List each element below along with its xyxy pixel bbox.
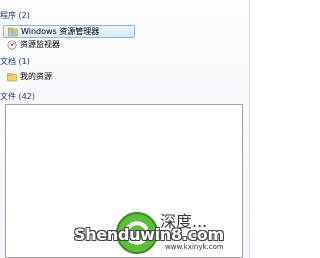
- resource-monitor-result[interactable]: 资源监视器: [3, 38, 60, 51]
- watermark-chinese: 深度...: [160, 212, 208, 231]
- folder-icon: [7, 72, 17, 81]
- documents-group-header[interactable]: 文档 (1): [0, 55, 30, 67]
- windows-explorer-label: Windows 资源管理器: [21, 27, 100, 36]
- files-group-title: 文件 (42): [0, 91, 35, 101]
- programs-group-header[interactable]: 程序 (2): [0, 9, 30, 21]
- watermark-url: www.kxinyk.com: [165, 243, 224, 251]
- windows-explorer-result[interactable]: Windows 资源管理器: [3, 25, 135, 38]
- resource-monitor-icon: [7, 39, 17, 50]
- resource-monitor-label: 资源监视器: [20, 40, 60, 49]
- folder-explorer-icon: [8, 27, 18, 36]
- my-resources-label: 我的资源: [20, 72, 52, 81]
- programs-group-title: 程序 (2): [0, 10, 30, 20]
- documents-group-title: 文档 (1): [0, 56, 30, 66]
- files-group-header[interactable]: 文件 (42): [0, 90, 35, 102]
- my-resources-result[interactable]: 我的资源: [3, 70, 52, 83]
- start-menu-search-results: 程序 (2) Windows 资源管理器 资源监视器 文档 (1) 我的资源 文…: [0, 0, 250, 258]
